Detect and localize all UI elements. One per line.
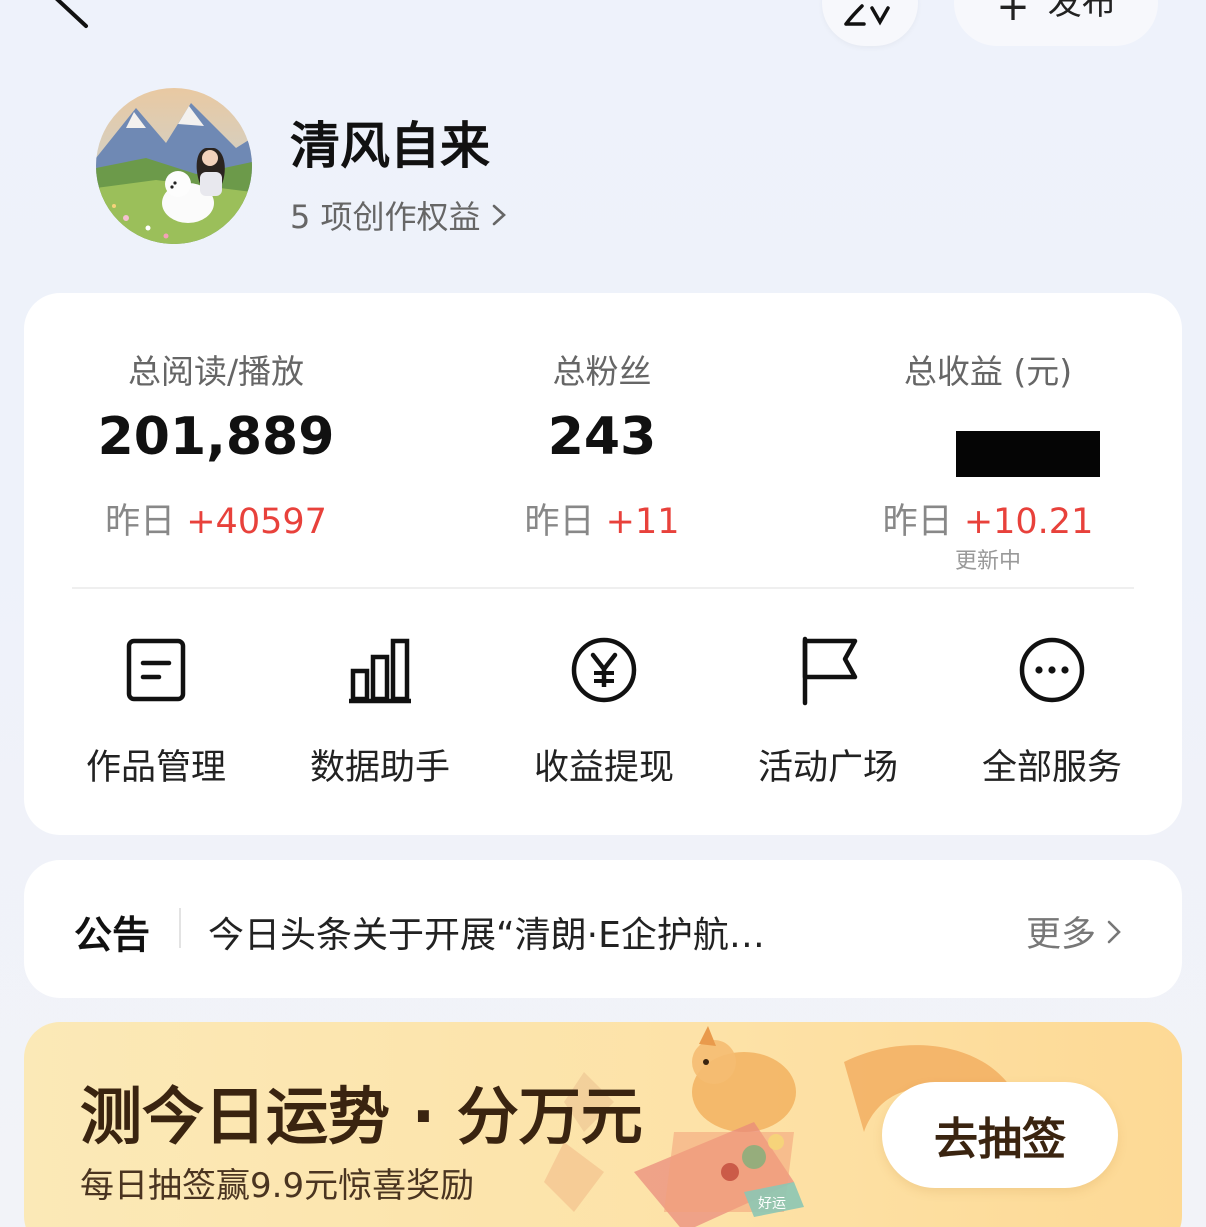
more-label: 更多 [1026,915,1097,955]
stat-label: 总阅读/播放 [127,352,305,391]
redacted-earnings-value [956,431,1100,477]
yesterday-label: 昨日 [524,502,595,542]
service-works-management[interactable]: 作品管理 [56,633,256,790]
bar-chart-icon [349,638,411,704]
announcement-more-link[interactable]: 更多 [1026,906,1122,957]
back-arrow-icon[interactable] [50,0,94,30]
stat-label: 总收益 (元) [903,352,1073,391]
yesterday-delta: +40597 [186,502,327,542]
top-bar: + 发布 [0,0,1206,60]
creator-switch-button[interactable] [822,0,918,46]
username: 清风自来 [290,117,490,175]
draw-lot-button[interactable]: 去抽签 [882,1082,1118,1188]
service-label: 全部服务 [981,748,1122,788]
avatar[interactable] [96,88,252,244]
announcement-text[interactable]: 今日头条关于开展“清朗·E企护航”专项行动的公告 [208,906,768,958]
creator-rights-text: 5 项创作权益 [290,198,481,236]
divider [179,908,181,948]
flag-icon [802,636,858,706]
service-activity-square[interactable]: 活动广场 [728,633,928,790]
stat-yesterday: 昨日 +40597 [36,493,396,544]
service-label: 数据助手 [309,748,450,788]
banner-title: 测今日运势 · 分万元 [80,1080,643,1153]
chevron-right-icon [492,204,506,226]
stat-yesterday: 昨日 +10.21 [808,493,1168,544]
service-label: 收益提现 [533,748,674,788]
service-label: 活动广场 [757,748,898,788]
chevron-right-icon [1107,920,1121,943]
announcement-card[interactable]: 公告 今日头条关于开展“清朗·E企护航”专项行动的公告 更多 [24,860,1182,998]
stat-label: 总粉丝 [552,352,652,391]
publish-label: 发布 [1047,0,1116,23]
yuan-coin-icon [571,637,637,703]
stat-yesterday: 昨日 +11 [422,493,782,544]
updating-note: 更新中 [954,549,1021,574]
announcement-title: 公告 [74,913,151,957]
publish-button[interactable]: + 发布 [954,0,1158,46]
fortune-banner[interactable]: 好运 测今日运势 · 分万元 每日抽签赢9.9元惊喜奖励 去抽签 [24,1022,1182,1227]
creator-rights-link[interactable]: 5 项创作权益 [290,192,507,238]
plus-icon: + [996,0,1030,30]
creator-stats-card: 总阅读/播放 201,889 昨日 +40597 总粉丝 243 昨日 +11 … [24,293,1182,835]
stat-value: 243 [547,407,657,467]
document-icon [126,638,186,702]
banner-subtitle: 每日抽签赢9.9元惊喜奖励 [80,1166,475,1206]
divider [72,587,1134,589]
yesterday-delta: +10.21 [963,502,1094,542]
service-data-assistant[interactable]: 数据助手 [280,633,480,790]
banner-tag: 好运 [758,1196,786,1212]
yesterday-delta: +11 [605,502,680,542]
more-dots-icon [1019,637,1085,703]
yesterday-label: 昨日 [105,502,176,542]
creator-switch-icon [844,4,890,26]
stat-value: 201,889 [97,407,335,467]
service-label: 作品管理 [85,748,226,788]
service-earnings-withdraw[interactable]: 收益提现 [504,633,704,790]
yesterday-label: 昨日 [882,502,953,542]
service-all-services[interactable]: 全部服务 [952,633,1152,790]
